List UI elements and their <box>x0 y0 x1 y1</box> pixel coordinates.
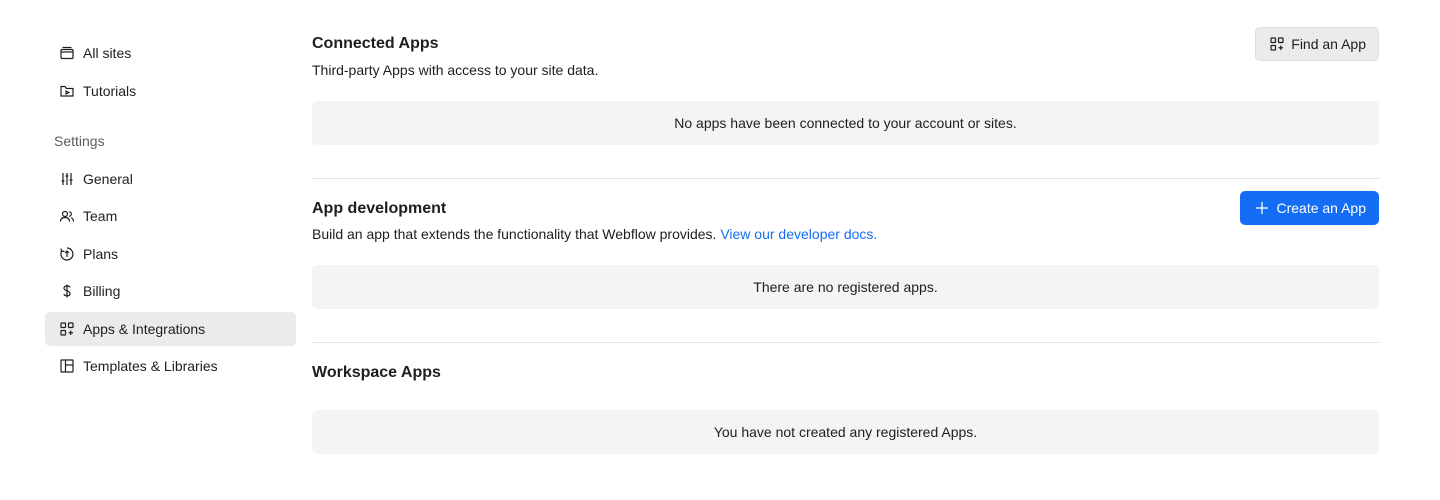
plus-icon <box>1254 200 1270 216</box>
settings-heading: Settings <box>54 132 105 149</box>
dollar-icon <box>59 283 75 299</box>
section-title: Connected Apps <box>312 35 439 52</box>
sidebar-item-label: General <box>83 170 133 187</box>
sidebar-item-plans[interactable]: Plans <box>45 237 296 271</box>
registered-apps-empty-state: There are no registered apps. <box>312 265 1379 309</box>
section-description: Third-party Apps with access to your sit… <box>312 62 599 78</box>
apps-icon <box>59 321 75 337</box>
section-description: Build an app that extends the functional… <box>312 225 1379 243</box>
sidebar-item-label: Plans <box>83 245 119 262</box>
sidebar-item-label: Templates & Libraries <box>83 358 218 374</box>
sliders-icon <box>59 171 75 187</box>
section-title: Workspace Apps <box>312 364 441 381</box>
sites-icon <box>59 45 75 61</box>
create-app-button[interactable]: Create an App <box>1240 191 1379 225</box>
sidebar-item-label: All sites <box>83 45 132 61</box>
empty-state-message: No apps have been connected to your acco… <box>674 115 1017 131</box>
settings-page: All sites Tutorials Settings General Tea… <box>0 0 1440 500</box>
sidebar-item-billing[interactable]: Billing <box>45 274 296 308</box>
sidebar-item-templates-libraries[interactable]: Templates & Libraries <box>45 349 296 383</box>
sidebar-item-apps-integrations[interactable]: Apps & Integrations <box>45 311 296 346</box>
sidebar-item-all-sites[interactable]: All sites <box>45 36 296 70</box>
tutorials-icon <box>59 83 75 99</box>
description-text: Build an app that extends the functional… <box>312 226 717 242</box>
create-app-button-label: Create an App <box>1276 200 1366 216</box>
plans-icon <box>59 246 75 262</box>
sidebar-item-general[interactable]: General <box>45 162 296 196</box>
developer-docs-link[interactable]: View our developer docs. <box>720 226 877 242</box>
workspace-apps-section: Workspace Apps You have not created any … <box>312 343 1379 454</box>
sidebar-item-label: Billing <box>83 283 121 299</box>
sidebar: All sites Tutorials Settings General Tea… <box>45 36 296 387</box>
sidebar-item-label: Tutorials <box>83 82 137 99</box>
sidebar-item-tutorials[interactable]: Tutorials <box>45 74 296 108</box>
sidebar-item-team[interactable]: Team <box>45 199 296 233</box>
team-icon <box>59 208 75 224</box>
connected-apps-section: Connected Apps Third-party Apps with acc… <box>312 0 1379 145</box>
find-app-button[interactable]: Find an App <box>1255 27 1379 61</box>
apps-icon <box>1269 36 1285 52</box>
section-title: App development <box>312 200 447 217</box>
sidebar-item-label: Apps & Integrations <box>83 320 206 337</box>
templates-icon <box>59 358 75 374</box>
empty-state-message: You have not created any registered Apps… <box>713 424 978 440</box>
main-content: Connected Apps Third-party Apps with acc… <box>312 0 1379 454</box>
app-development-section: App development Build an app that extend… <box>312 179 1379 309</box>
empty-state-message: There are no registered apps. <box>753 279 938 295</box>
connected-apps-empty-state: No apps have been connected to your acco… <box>312 101 1379 145</box>
workspace-apps-empty-state: You have not created any registered Apps… <box>312 410 1379 454</box>
find-app-button-label: Find an App <box>1291 36 1366 52</box>
sidebar-item-label: Team <box>83 208 118 224</box>
